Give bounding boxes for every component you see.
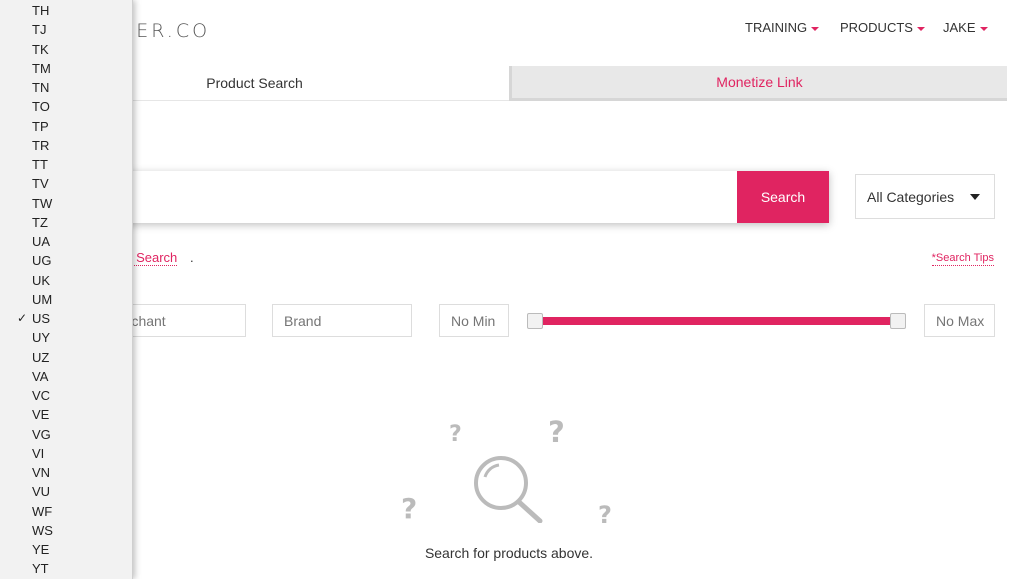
- empty-state-text: Search for products above.: [424, 545, 594, 561]
- country-option-label: UK: [32, 272, 51, 288]
- country-option-to[interactable]: TO: [0, 97, 132, 116]
- country-option-va[interactable]: VA: [0, 367, 132, 386]
- country-option-label: TW: [32, 195, 53, 211]
- search-tips-link[interactable]: *Search Tips: [931, 252, 994, 266]
- country-dropdown-list[interactable]: TH TJ TK TM TN TO TP TR TT TV TW TZ UA UG UK UM ✓ US UY UZ V…: [0, 0, 133, 579]
- search-bar: Search: [118, 171, 829, 223]
- slider-min-handle[interactable]: [527, 313, 543, 329]
- country-option-label: VA: [32, 368, 49, 384]
- country-option-uk[interactable]: UK: [0, 271, 132, 290]
- country-option-label: UY: [32, 330, 51, 346]
- category-select[interactable]: All Categories: [855, 174, 995, 219]
- empty-state-message: Search for products above.: [0, 545, 1024, 561]
- country-option-label: TP: [32, 118, 49, 134]
- question-mark-icon: ?: [401, 492, 418, 525]
- tab-bar: Product Search Monetize Link: [0, 66, 1007, 102]
- country-option-vi[interactable]: VI: [0, 444, 132, 463]
- country-option-label: TV: [32, 176, 49, 192]
- country-option-label: US: [32, 311, 51, 326]
- country-option-label: TM: [32, 60, 51, 76]
- country-option-label: TH: [32, 3, 50, 18]
- country-option-label: TT: [32, 157, 48, 172]
- country-option-label: VN: [32, 465, 51, 480]
- country-option-tm[interactable]: TM: [0, 59, 132, 78]
- country-option-um[interactable]: UM: [0, 290, 132, 309]
- country-option-tw[interactable]: TW: [0, 194, 132, 213]
- country-option-wf[interactable]: WF: [0, 502, 132, 521]
- nav-products-label: PRODUCTS: [840, 20, 913, 35]
- country-option-label: UZ: [32, 349, 50, 365]
- caret-down-icon: [979, 26, 988, 31]
- question-mark-icon: ?: [449, 422, 462, 447]
- country-option-label: TR: [32, 137, 50, 153]
- country-option-vu[interactable]: VU: [0, 482, 132, 501]
- country-option-tv[interactable]: TV: [0, 174, 132, 193]
- slider-track: [535, 317, 898, 325]
- country-option-label: VG: [32, 426, 51, 442]
- country-option-ve[interactable]: VE: [0, 405, 132, 424]
- brand-filter-input[interactable]: [272, 304, 412, 337]
- country-option-label: VU: [32, 484, 51, 500]
- country-option-us[interactable]: ✓ US: [0, 309, 132, 328]
- caret-down-icon: [811, 26, 820, 31]
- country-option-th[interactable]: TH: [0, 1, 132, 20]
- search-button[interactable]: Search: [737, 171, 829, 223]
- magnifier-icon: [474, 456, 543, 523]
- country-option-label: TK: [32, 41, 49, 57]
- country-option-vc[interactable]: VC: [0, 386, 132, 405]
- tab-monetize-link[interactable]: Monetize Link: [509, 66, 1007, 101]
- country-option-label: YT: [32, 561, 49, 577]
- country-option-label: VI: [32, 445, 45, 461]
- country-option-tt[interactable]: TT: [0, 155, 132, 174]
- country-option-vn[interactable]: VN: [0, 463, 132, 482]
- country-option-tz[interactable]: TZ: [0, 213, 132, 232]
- slider-max-handle[interactable]: [890, 313, 906, 329]
- country-option-ws[interactable]: WS: [0, 521, 132, 540]
- country-option-yt[interactable]: YT: [0, 559, 132, 578]
- question-mark-icon: ?: [548, 415, 565, 449]
- chevron-down-icon: [970, 194, 980, 200]
- country-option-label: TZ: [32, 214, 48, 230]
- nav-user[interactable]: JAKE: [943, 20, 988, 35]
- country-option-label: WF: [32, 503, 53, 519]
- country-option-tp[interactable]: TP: [0, 117, 132, 136]
- question-mark-icon: ?: [598, 501, 612, 529]
- logo[interactable]: CER.CO: [120, 20, 210, 42]
- country-option-tn[interactable]: TN: [0, 78, 132, 97]
- price-max-input[interactable]: [924, 304, 995, 337]
- country-option-label: VE: [32, 407, 50, 423]
- price-min-input[interactable]: [439, 304, 509, 337]
- country-option-label: TN: [32, 80, 50, 95]
- nav-training-label: TRAINING: [745, 20, 808, 35]
- country-option-label: TO: [32, 99, 50, 115]
- country-option-tj[interactable]: TJ: [0, 20, 132, 39]
- country-option-ug[interactable]: UG: [0, 251, 132, 270]
- nav-user-label: JAKE: [943, 20, 976, 35]
- country-option-tk[interactable]: TK: [0, 40, 132, 59]
- country-option-ua[interactable]: UA: [0, 232, 132, 251]
- nav-training[interactable]: TRAINING: [745, 20, 820, 35]
- search-input[interactable]: [118, 171, 737, 223]
- country-option-label: VC: [32, 388, 51, 403]
- country-option-label: UA: [32, 234, 51, 249]
- country-option-label: YE: [32, 542, 50, 557]
- nav-products[interactable]: PRODUCTS: [840, 20, 925, 35]
- country-option-vg[interactable]: VG: [0, 425, 132, 444]
- category-select-value: All Categories: [867, 188, 955, 205]
- country-option-label: WS: [32, 522, 53, 538]
- country-option-uz[interactable]: UZ: [0, 348, 132, 367]
- country-option-ye[interactable]: YE: [0, 540, 132, 559]
- country-option-label: UM: [32, 291, 53, 307]
- price-range-slider[interactable]: [527, 312, 906, 330]
- checkmark-icon: ✓: [17, 311, 28, 325]
- country-option-label: UG: [32, 253, 52, 269]
- country-option-uy[interactable]: UY: [0, 328, 132, 347]
- country-option-tr[interactable]: TR: [0, 136, 132, 155]
- caret-down-icon: [916, 26, 925, 31]
- country-option-label: TJ: [32, 22, 47, 38]
- advanced-search-suffix: .: [190, 250, 194, 265]
